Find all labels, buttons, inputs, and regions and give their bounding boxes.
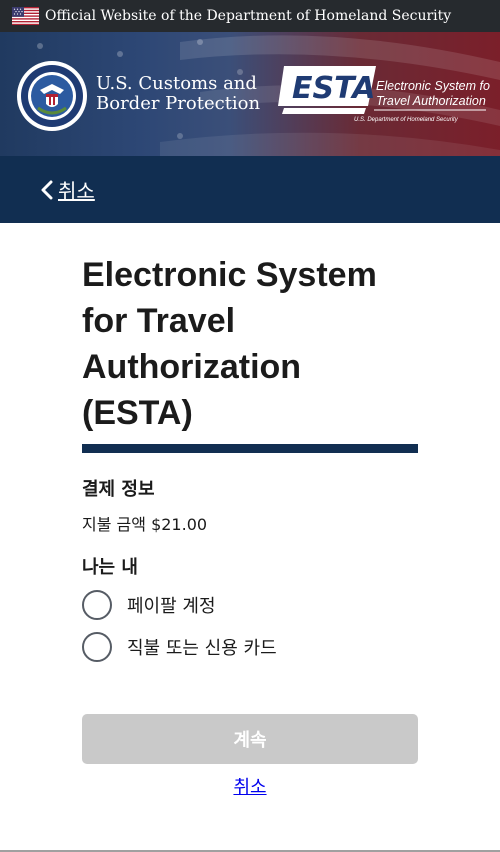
gov-banner: Official Website of the Department of Ho… <box>0 0 500 32</box>
esta-logo: ESTA Electronic System for Travel Author… <box>278 66 490 123</box>
svg-text:Electronic System for: Electronic System for <box>376 79 490 93</box>
dhs-seal-icon <box>17 61 87 131</box>
us-flag-icon <box>12 7 39 25</box>
paypal-label: 페이팔 계정 <box>127 596 216 617</box>
continue-button[interactable]: 계속 <box>82 714 418 764</box>
payment-method-heading: 나는 내 <box>82 557 138 578</box>
main-content: Electronic System for Travel Authorizati… <box>82 252 418 663</box>
payment-amount-label: 지불 금액 <box>82 515 146 534</box>
svg-text:U.S. Department of Homeland Se: U.S. Department of Homeland Security <box>354 117 459 123</box>
payment-amount: 지불 금액 $21.00 <box>82 511 418 535</box>
svg-text:ESTA: ESTA <box>292 71 375 106</box>
back-cancel-label: 취소 <box>58 179 95 203</box>
cbp-name: U.S. Customs and Border Protection <box>96 74 260 114</box>
payment-info-heading: 결제 정보 <box>82 479 155 500</box>
option-card[interactable]: 직불 또는 신용 카드 <box>82 631 418 663</box>
title-divider <box>82 444 418 453</box>
card-radio[interactable] <box>82 632 112 662</box>
nav-bar: 취소 <box>0 156 500 223</box>
option-paypal[interactable]: 페이팔 계정 <box>82 589 418 621</box>
site-header: U.S. Customs and Border Protection ESTA … <box>0 32 500 156</box>
gov-banner-text: Official Website of the Department of Ho… <box>45 8 452 24</box>
svg-text:Travel Authorization: Travel Authorization <box>376 94 486 108</box>
cbp-name-line2: Border Protection <box>96 93 261 114</box>
payment-amount-value: $21.00 <box>151 515 208 534</box>
page-title: Electronic System for Travel Authorizati… <box>82 256 377 432</box>
cancel-link[interactable]: 취소 <box>0 773 500 799</box>
back-cancel-link[interactable]: 취소 <box>40 175 95 204</box>
cbp-name-line1: U.S. Customs and <box>96 73 257 94</box>
paypal-radio[interactable] <box>82 590 112 620</box>
card-label: 직불 또는 신용 카드 <box>127 638 277 659</box>
chevron-left-icon <box>41 180 53 199</box>
